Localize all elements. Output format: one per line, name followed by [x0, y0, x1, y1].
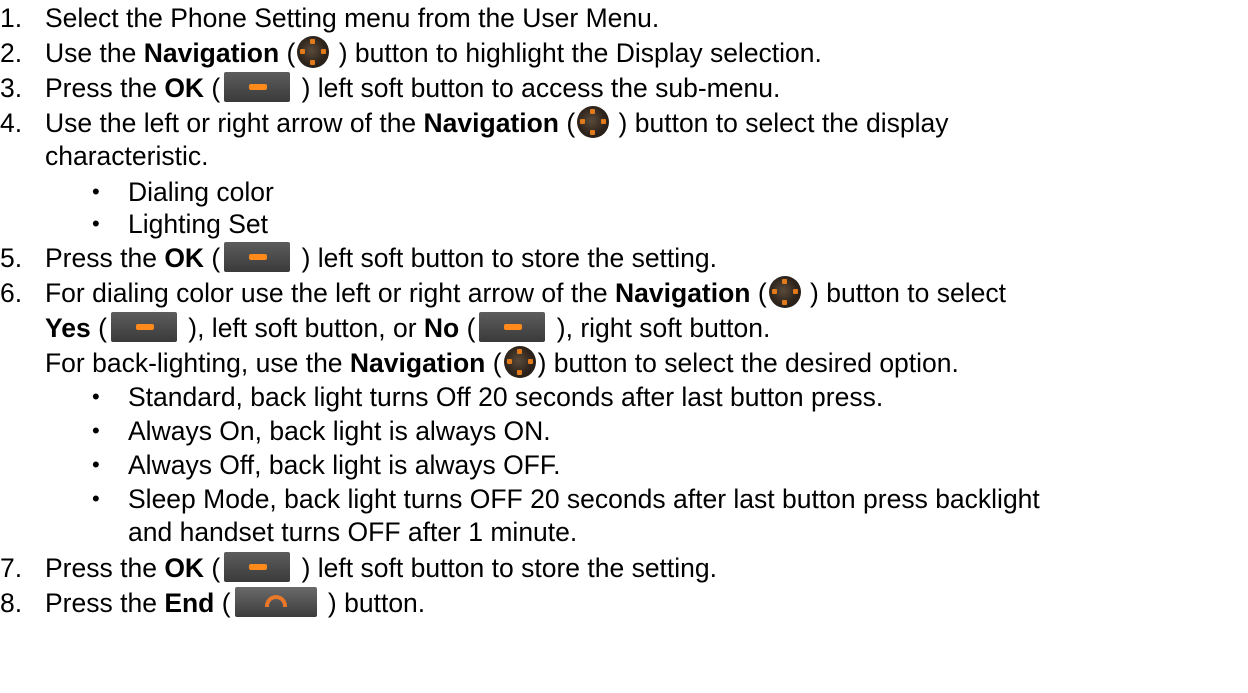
text-run: Use the	[45, 38, 144, 68]
soft-button-icon	[224, 242, 291, 272]
text-run: For dialing color use the left or right …	[45, 278, 616, 308]
bold-term: Navigation	[615, 278, 751, 308]
bullet-text: Sleep Mode, back light turns OFF 20 seco…	[128, 484, 1040, 514]
step-text: For dialing color use the left or right …	[45, 276, 1006, 311]
text-run: (	[204, 73, 221, 103]
text-run: For back-lighting, use the	[45, 348, 350, 378]
text-run: Press the	[45, 588, 165, 618]
bullet-text: Lighting Set	[128, 209, 268, 239]
step-text: Use the Navigation ( ) button to highlig…	[45, 36, 822, 71]
text-run: (	[750, 278, 767, 308]
bullet-glyph: •	[92, 211, 100, 236]
step-text: Yes ( ), left soft button, or No ( ), ri…	[45, 312, 770, 345]
step-text: Press the OK ( ) left soft button to sto…	[45, 242, 717, 275]
soft-button-icon	[479, 312, 546, 342]
step-text: Press the OK ( ) left soft button to sto…	[45, 552, 717, 585]
text-run: ) button.	[320, 588, 426, 618]
bold-term: Navigation	[143, 38, 280, 68]
text-run: ), right soft button.	[549, 313, 771, 343]
soft-button-icon	[224, 72, 291, 102]
text-run: ) button to highlight the Display select…	[331, 38, 822, 68]
text-run: Use the left or right arrow of the	[45, 108, 424, 138]
bullet-text: Always On, back light is always ON.	[128, 416, 551, 446]
navigation-button-icon	[503, 346, 536, 378]
step-number: 5.	[0, 243, 23, 273]
text-run: ), left soft button, or	[180, 313, 424, 343]
step-number: 2.	[0, 38, 23, 68]
step-text: Use the left or right arrow of the Navig…	[45, 106, 949, 141]
text-run: (	[204, 243, 221, 273]
bold-term: OK	[164, 243, 205, 273]
step-text: Press the End ( ) button.	[45, 587, 425, 620]
step-number: 4.	[0, 108, 23, 138]
text-run: ) left soft button to store the setting.	[294, 553, 718, 583]
text-run: ) button to select	[802, 278, 1006, 308]
step-text: Select the Phone Setting menu from the U…	[45, 3, 660, 33]
soft-button-icon	[110, 312, 177, 342]
text-run: (	[204, 553, 221, 583]
soft-button-icon	[224, 552, 291, 582]
bullet-glyph: •	[92, 486, 100, 511]
bullet-text: Standard, back light turns Off 20 second…	[128, 382, 884, 412]
step-number: 3.	[0, 73, 23, 103]
bullet-text: and handset turns OFF after 1 minute.	[128, 517, 578, 547]
text-run: Press the	[45, 243, 165, 273]
step-text: For back-lighting, use the Navigation ()…	[45, 346, 959, 381]
text-run: (	[559, 108, 576, 138]
text-run: (	[459, 313, 476, 343]
text-run: ) left soft button to store the setting.	[294, 243, 718, 273]
navigation-button-icon	[768, 276, 801, 308]
text-run: ) button to select the display	[611, 108, 949, 138]
bullet-glyph: •	[92, 418, 100, 443]
step-number: 8.	[0, 588, 23, 618]
bold-term: Navigation	[423, 108, 559, 138]
text-run: (	[279, 38, 296, 68]
bold-term: OK	[164, 73, 205, 103]
step-number: 7.	[0, 553, 23, 583]
bullet-glyph: •	[92, 179, 100, 204]
bold-term: Yes	[45, 313, 91, 343]
text-run: (	[485, 348, 502, 378]
end-call-button-icon	[234, 587, 317, 617]
bullet-text: Dialing color	[128, 177, 274, 207]
text-run: ) button to select the desired option.	[537, 348, 959, 378]
text-run: (	[214, 588, 231, 618]
step-text: Press the OK ( ) left soft button to acc…	[45, 72, 780, 105]
bullet-text: Always Off, back light is always OFF.	[128, 450, 561, 480]
step-text: characteristic.	[45, 141, 209, 171]
navigation-button-icon	[577, 106, 610, 138]
text-run: (	[90, 313, 107, 343]
bold-term: Navigation	[349, 348, 486, 378]
text-run: ) left soft button to access the sub-men…	[294, 73, 781, 103]
bullet-glyph: •	[92, 452, 100, 477]
bold-term: OK	[164, 553, 205, 583]
step-number: 1.	[0, 3, 23, 33]
navigation-button-icon	[297, 36, 330, 68]
bold-term: End	[164, 588, 215, 618]
text-run: Press the	[45, 73, 165, 103]
instruction-document: 1. Select the Phone Setting menu from th…	[0, 0, 1248, 693]
step-number: 6.	[0, 278, 23, 308]
bullet-glyph: •	[92, 384, 100, 409]
bold-term: No	[423, 313, 460, 343]
text-run: Press the	[45, 553, 165, 583]
